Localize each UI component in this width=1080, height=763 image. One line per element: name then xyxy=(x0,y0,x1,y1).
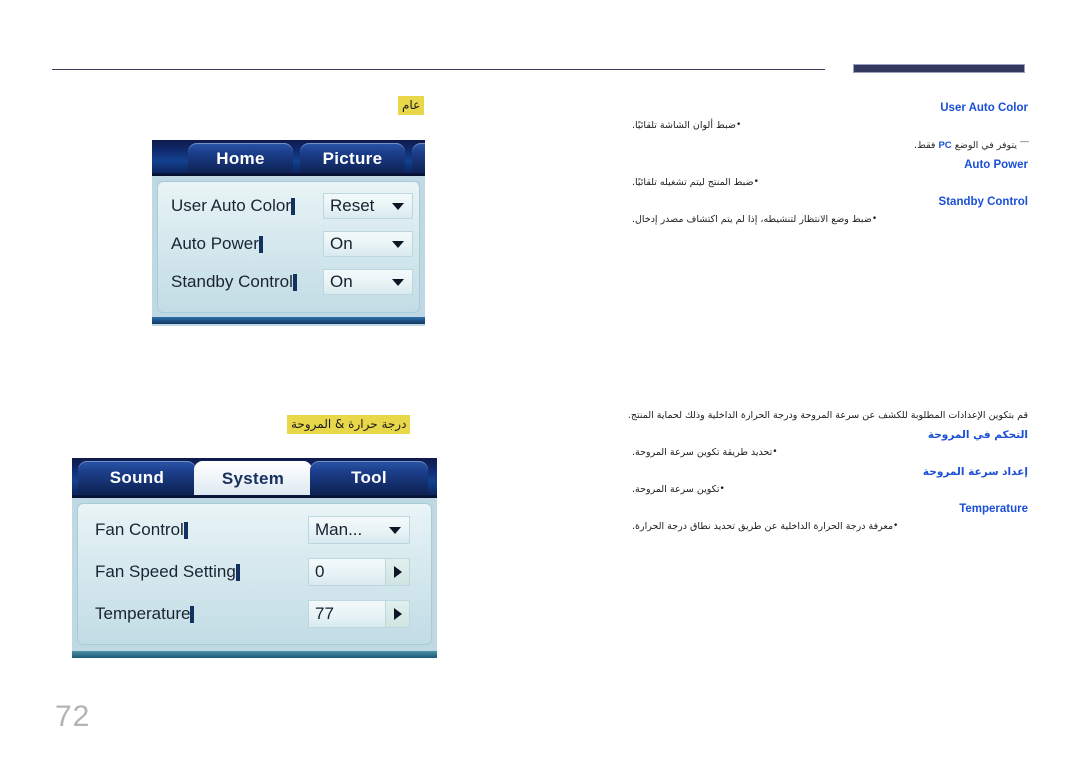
desc-bullet-text: تكوين سرعة المروحة. xyxy=(632,484,720,495)
stepper-increase-button[interactable] xyxy=(385,559,409,585)
desc-bullet-auto-power: • ضبط المنتج ليتم تشغيله تلقائيًا. xyxy=(610,175,1028,190)
desc-heading-auto-power: Auto Power xyxy=(964,159,1028,172)
section-heading-fan: درجة حرارة & المروحة xyxy=(287,415,411,434)
chevron-down-icon xyxy=(392,240,404,248)
osd-row-temperature[interactable]: Temperature xyxy=(92,604,195,624)
desc-heading-standby-control: Standby Control xyxy=(938,196,1028,209)
bullet-dot-icon: • xyxy=(753,177,759,188)
desc-heading-temperature: Temperature xyxy=(959,503,1028,515)
section-heading-general: عام xyxy=(398,96,425,115)
osd-tab-system[interactable]: System xyxy=(194,461,312,497)
osd-value-text: Man... xyxy=(315,520,363,539)
desc-note-pc-mode: ― يتوفر في الوضع PC فقط. xyxy=(610,135,1029,153)
osd-tab-bar-general: Home Picture xyxy=(152,140,425,176)
osd-value-temperature[interactable]: 77 xyxy=(308,600,410,628)
osd-tab-bar-system: Sound System Tool xyxy=(72,458,437,498)
stepper-increase-button[interactable] xyxy=(385,601,409,627)
desc-bullet-fan-control: • تحديد طريقة تكوين سرعة المروحة. xyxy=(610,445,1028,460)
osd-screenshot-system: Sound System Tool Fan Control Man... Fan… xyxy=(72,458,437,658)
bullet-dot-icon: • xyxy=(893,521,899,531)
row-bullet-marker xyxy=(292,273,297,291)
osd-value-standby-control[interactable]: On xyxy=(323,269,413,295)
desc-bullet-user-auto-color: • ضبط ألوان الشاشة تلقائيًا. xyxy=(610,118,1028,133)
osd-value-fan-speed-setting[interactable]: 0 xyxy=(308,558,410,586)
desc-bullet-standby-control: • ضبط وضع الانتظار لتنشيطه، إذا لم يتم ا… xyxy=(610,212,1028,227)
osd-row-user-auto-color[interactable]: User Auto Color xyxy=(168,196,295,216)
chevron-down-icon xyxy=(392,202,404,210)
bullet-dot-icon: • xyxy=(871,214,878,225)
row-bullet-marker xyxy=(258,235,263,253)
osd-row-standby-control[interactable]: Standby Control xyxy=(168,272,297,292)
desc-intro-fan: قم بتكوين الإعدادات المطلوبة للكشف عن سر… xyxy=(627,410,1028,421)
desc-heading-fan-control: التحكم في المروحة xyxy=(927,429,1028,441)
osd-body-system: Fan Control Man... Fan Speed Setting 0 T… xyxy=(77,503,432,645)
bullet-dot-icon: • xyxy=(772,447,778,457)
osd-row-label: Temperature xyxy=(95,604,191,623)
osd-value-auto-power[interactable]: On xyxy=(323,231,413,257)
osd-tab-tool[interactable]: Tool xyxy=(310,461,428,495)
osd-body-general: User Auto Color Reset Auto Power On Stan… xyxy=(157,181,420,313)
osd-tab-home[interactable]: Home xyxy=(188,143,293,174)
note-prefix: يتوفر في الوضع xyxy=(954,140,1017,152)
row-bullet-marker xyxy=(190,605,195,623)
osd-value-text: 0 xyxy=(315,562,325,581)
osd-tab-tool-label: Tool xyxy=(351,468,387,487)
osd-value-text: Reset xyxy=(330,196,375,215)
desc-bullet-fan-speed-setting: • تكوين سرعة المروحة. xyxy=(610,482,1028,497)
osd-row-label: Standby Control xyxy=(171,272,293,291)
bullet-dot-icon: • xyxy=(719,484,725,494)
description-list-general: User Auto Color • ضبط ألوان الشاشة تلقائ… xyxy=(610,96,1029,229)
osd-row-label: Fan Speed Setting xyxy=(95,562,236,581)
header-rule-thin xyxy=(52,69,825,70)
osd-value-fan-control[interactable]: Man... xyxy=(308,516,410,544)
osd-tab-system-label: System xyxy=(221,469,285,488)
osd-screenshot-general: Home Picture User Auto Color Reset Auto … xyxy=(152,140,425,326)
osd-value-text: On xyxy=(330,272,353,291)
row-bullet-marker xyxy=(235,563,240,581)
osd-value-text: On xyxy=(330,234,353,253)
chevron-right-icon xyxy=(393,566,402,578)
page-number: 72 xyxy=(55,700,91,733)
desc-bullet-text: ضبط المنتج ليتم تشغيله تلقائيًا. xyxy=(632,177,754,189)
osd-value-user-auto-color[interactable]: Reset xyxy=(323,193,413,219)
desc-bullet-text: معرفة درجة الحرارة الداخلية عن طريق تحدي… xyxy=(632,521,894,532)
bullet-dot-icon: • xyxy=(735,120,742,130)
osd-row-label: User Auto Color xyxy=(171,196,291,215)
note-suffix: فقط. xyxy=(914,140,936,152)
osd-tab-picture-label: Picture xyxy=(322,149,383,168)
osd-tab-picture[interactable]: Picture xyxy=(300,143,405,174)
chevron-down-icon xyxy=(392,278,404,286)
note-bold-pc: PC xyxy=(938,140,952,152)
osd-value-text: 77 xyxy=(315,604,334,623)
chevron-down-icon xyxy=(389,526,401,534)
osd-footer-bar-general xyxy=(152,317,425,324)
description-list-fan: قم بتكوين الإعدادات المطلوبة للكشف عن سر… xyxy=(610,408,1028,536)
row-bullet-marker xyxy=(183,521,188,539)
chevron-right-icon xyxy=(393,608,402,620)
desc-bullet-text: ضبط ألوان الشاشة تلقائيًا. xyxy=(632,120,736,131)
osd-footer-bar-system xyxy=(72,651,437,658)
osd-tab-sound-label: Sound xyxy=(109,468,165,487)
osd-row-fan-speed-setting[interactable]: Fan Speed Setting xyxy=(92,562,240,582)
osd-row-label: Fan Control xyxy=(95,520,184,539)
osd-row-label: Auto Power xyxy=(171,234,259,253)
desc-bullet-text: تحديد طريقة تكوين سرعة المروحة. xyxy=(632,447,773,458)
note-dash-icon: ― xyxy=(1020,137,1029,147)
osd-row-fan-control[interactable]: Fan Control xyxy=(92,520,188,540)
osd-tab-sound[interactable]: Sound xyxy=(78,461,196,495)
osd-row-auto-power[interactable]: Auto Power xyxy=(168,234,263,254)
desc-bullet-text: ضبط وضع الانتظار لتنشيطه، إذا لم يتم اكت… xyxy=(632,214,872,226)
desc-bullet-temperature: • معرفة درجة الحرارة الداخلية عن طريق تح… xyxy=(610,519,1028,534)
osd-tab-home-label: Home xyxy=(216,149,265,168)
desc-heading-user-auto-color: User Auto Color xyxy=(940,102,1028,114)
osd-tab-partial[interactable] xyxy=(412,143,425,174)
header-rule-thick xyxy=(853,64,1025,73)
desc-heading-fan-speed-setting: إعداد سرعة المروحة xyxy=(922,466,1028,478)
row-bullet-marker xyxy=(291,197,295,215)
